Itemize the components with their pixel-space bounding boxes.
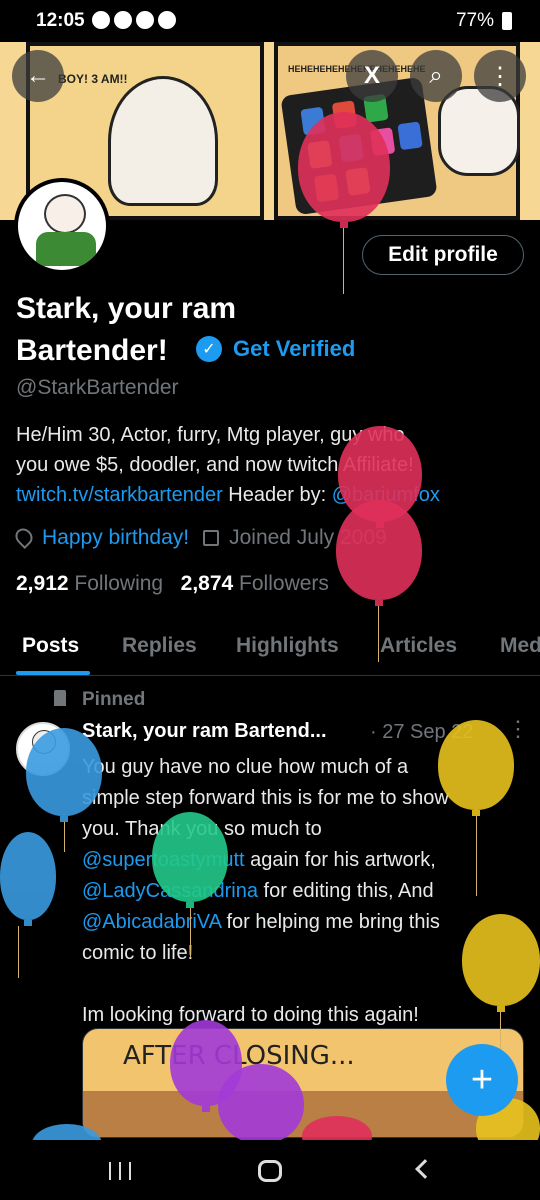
system-navigation-bar [0,1140,540,1200]
home-icon[interactable] [258,1160,282,1182]
battery-percent: 77% [455,10,494,31]
notification-icons [92,11,176,29]
avatar-sweater [36,232,96,266]
tab-posts[interactable]: Posts [22,634,79,658]
balloon-string [190,908,191,958]
followers-link[interactable]: 2,874 Followers [181,572,329,595]
verified-icon[interactable]: ✓ [196,336,222,362]
calendar-icon [203,530,220,546]
balloon-icon [152,812,228,908]
followers-count: 2,874 [180,572,234,595]
balloon-icon [26,728,102,822]
pin-icon [54,690,66,706]
post-line-rest: for editing this, And [257,880,434,902]
grok-icon: X [363,62,380,89]
profile-meta: Happy birthday! Joined July 2009 [11,524,387,550]
tab-articles[interactable]: Articles [380,634,457,658]
followers-label: Followers [239,572,329,595]
post-line-rest: for helping me bring this [220,911,440,933]
post-line: you. Thank you so much to [82,818,322,840]
location-icon [11,524,37,550]
balloon-string [64,822,65,852]
balloon-icon [462,914,540,1012]
pinned-label: Pinned [82,689,146,710]
post-line: Im looking forward to doing this again! [82,1004,419,1026]
following-link[interactable]: 2,912 Following [16,572,163,595]
profile-avatar[interactable] [14,178,110,274]
balloon-icon [438,720,514,816]
back-button[interactable]: ← [12,50,64,102]
balloon-string [378,606,379,662]
get-verified-link[interactable]: Get Verified [233,336,355,362]
bio-header-credit: Header by: [222,484,332,506]
plus-icon: + [470,1058,494,1101]
grok-button[interactable]: X [346,50,398,102]
clock: 12:05 [36,10,85,31]
search-button[interactable]: ⌕ [410,50,462,102]
birthday-link[interactable]: Happy birthday! [42,526,189,549]
twitch-link[interactable]: twitch.tv/starkbartender [16,484,223,506]
profile-tabs: Posts Replies Highlights Articles Media [0,630,540,676]
battery-icon [502,12,512,30]
balloon-string [476,816,477,896]
balloon-icon [218,1064,304,1150]
more-button[interactable]: ⋮ [474,50,526,102]
status-bar: 12:05 77% [0,0,540,42]
following-count: 2,912 [16,572,69,595]
edit-profile-button[interactable]: Edit profile [362,235,524,275]
balloon-string [18,926,19,978]
bio-line: you owe $5, doodler, and now twitch Affi… [16,454,414,476]
balloon-string [343,228,344,294]
tab-replies[interactable]: Replies [122,634,197,658]
system-indicators: 77% [456,10,512,32]
compose-post-button[interactable]: + [446,1044,518,1116]
post-more-icon[interactable]: ⋮ [507,716,529,742]
balloon-icon [336,500,422,606]
active-tab-indicator [16,671,90,675]
tab-highlights[interactable]: Highlights [236,634,339,658]
mention-link[interactable]: @AbicadabriVA [82,911,221,933]
user-handle: @StarkBartender [16,376,179,399]
search-icon: ⌕ [429,62,443,89]
more-icon: ⋮ [488,62,512,90]
back-icon[interactable] [415,1159,435,1179]
balloon-icon [298,112,390,228]
tab-media[interactable]: Media [500,634,540,658]
post-line-rest: again for his artwork, [244,849,436,871]
comic-caption: BOY! 3 AM!! [58,72,128,86]
balloon-icon [0,832,56,926]
profile-bio: He/Him 30, Actor, furry, Mtg player, guy… [16,420,526,510]
recents-icon[interactable] [109,1162,131,1180]
back-arrow-icon: ← [26,62,50,89]
balloon-string [500,1012,501,1052]
follow-counts: 2,912 Following 2,874 Followers [16,572,329,596]
following-label: Following [74,572,164,595]
post-author-name[interactable]: Stark, your ram Bartend... [82,720,327,743]
bio-line: He/Him 30, Actor, furry, Mtg player, guy… [16,424,405,446]
avatar-face [44,194,86,234]
display-name-line1: Stark, your ram [16,292,237,325]
ram-character-drawing [108,76,218,206]
